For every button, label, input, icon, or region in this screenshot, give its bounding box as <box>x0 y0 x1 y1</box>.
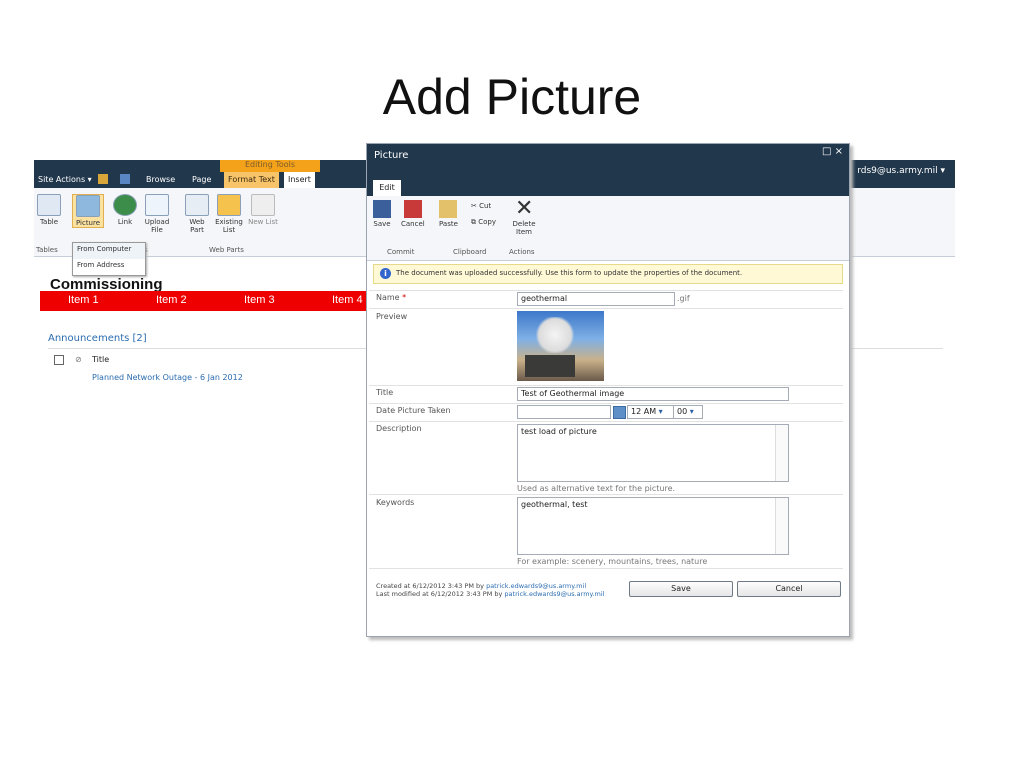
modified-by-link[interactable]: patrick.edwards9@us.army.mil <box>504 590 604 598</box>
nav-item-3[interactable]: Item 3 <box>244 294 275 306</box>
menu-item-from-address[interactable]: From Address <box>73 259 145 275</box>
existing-list-icon <box>217 194 241 216</box>
tab-insert[interactable]: Insert <box>284 172 315 188</box>
divider <box>369 308 843 309</box>
divider <box>369 494 843 495</box>
tab-browse[interactable]: Browse <box>142 172 179 188</box>
ribbon-delete-item-button[interactable]: ✕ Delete Item <box>509 196 539 237</box>
nav-item-1[interactable]: Item 1 <box>68 294 99 306</box>
description-label: Description <box>376 424 422 433</box>
divider <box>369 290 843 291</box>
created-by-link[interactable]: patrick.edwards9@us.army.mil <box>486 582 586 590</box>
message-text: The document was uploaded successfully. … <box>396 269 743 277</box>
ribbon-paste-button[interactable]: Paste <box>439 200 458 228</box>
divider <box>369 403 843 404</box>
announcement-link[interactable]: Planned Network Outage - 6 Jan 2012 <box>92 373 243 382</box>
select-all-checkbox[interactable] <box>54 355 64 365</box>
column-header-title[interactable]: Title <box>92 355 109 364</box>
divider <box>369 385 843 386</box>
globe-icon <box>113 194 137 216</box>
web-part-button[interactable]: Web Part <box>182 194 212 234</box>
picture-button[interactable]: Picture <box>72 194 104 228</box>
calendar-icon[interactable] <box>613 406 626 419</box>
ribbon-copy-button[interactable]: ⧉ Copy <box>471 218 496 227</box>
dialog-title: Picture <box>374 150 409 161</box>
name-label: Name * <box>376 293 407 302</box>
info-icon: i <box>380 268 391 279</box>
attachment-icon: ⊘ <box>75 355 82 364</box>
scrollbar[interactable] <box>775 425 788 481</box>
file-extension: .gif <box>677 294 690 303</box>
chevron-down-icon: ▾ <box>689 407 694 416</box>
user-menu[interactable]: rds9@us.army.mil ▾ <box>857 166 945 176</box>
keywords-textarea[interactable]: geothermal, test <box>517 497 789 555</box>
new-list-icon <box>251 194 275 216</box>
required-mark: * <box>402 293 407 302</box>
power-plant <box>525 355 575 377</box>
site-actions-menu[interactable]: Site Actions ▾ <box>34 172 96 188</box>
nav-item-4[interactable]: Item 4 <box>332 294 363 306</box>
edit-page-icon[interactable] <box>120 174 130 184</box>
preview-image <box>517 311 604 381</box>
delete-x-icon: ✕ <box>515 196 534 221</box>
preview-label: Preview <box>376 312 408 321</box>
cancel-button[interactable]: Cancel <box>737 581 841 597</box>
group-commit: Commit <box>387 248 415 256</box>
clipboard-icon <box>439 200 458 218</box>
table-icon <box>37 194 61 216</box>
divider <box>369 421 843 422</box>
group-clipboard: Clipboard <box>453 248 487 256</box>
date-taken-label: Date Picture Taken <box>376 406 451 415</box>
upload-success-message: i The document was uploaded successfully… <box>373 264 843 284</box>
scissors-icon: ✂ <box>471 202 480 210</box>
title-input[interactable]: Test of Geothermal image <box>517 387 789 401</box>
chevron-down-icon: ▾ <box>658 407 663 416</box>
folder-icon[interactable] <box>98 174 108 184</box>
announcements-title[interactable]: Announcements [2] <box>48 333 147 344</box>
menu-item-from-computer[interactable]: From Computer <box>73 243 145 259</box>
name-input[interactable]: geothermal <box>517 292 675 306</box>
editing-tools-group: Editing Tools <box>220 160 320 172</box>
picture-dialog: Picture □ × Edit Save Cancel Paste ✂ Cut… <box>366 143 850 637</box>
description-hint: Used as alternative text for the picture… <box>517 484 676 493</box>
existing-list-button[interactable]: Existing List <box>214 194 244 234</box>
cancel-x-icon <box>403 200 422 218</box>
picture-dropdown-menu: From Computer From Address <box>72 242 146 276</box>
ribbon-save-button[interactable]: Save <box>373 200 391 228</box>
dialog-header: Picture □ × Edit <box>367 144 849 196</box>
dialog-window-controls[interactable]: □ × <box>822 146 843 157</box>
picture-icon <box>76 195 100 217</box>
ribbon-cut-button[interactable]: ✂ Cut <box>471 202 491 210</box>
dialog-ribbon: Save Cancel Paste ✂ Cut ⧉ Copy ✕ Delete I… <box>367 196 849 261</box>
group-tables: Tables <box>36 246 58 254</box>
top-nav: Item 1 Item 2 Item 3 Item 4 <box>40 291 370 311</box>
steam-plume <box>535 317 575 353</box>
link-button[interactable]: Link <box>110 194 140 226</box>
group-actions: Actions <box>509 248 535 256</box>
audit-info: Created at 6/12/2012 3:43 PM by patrick.… <box>376 582 605 598</box>
upload-file-button[interactable]: Upload File <box>142 194 172 234</box>
tab-page[interactable]: Page <box>188 172 215 188</box>
divider <box>369 568 843 569</box>
ribbon-cancel-button[interactable]: Cancel <box>401 200 425 228</box>
keywords-hint: For example: scenery, mountains, trees, … <box>517 557 708 566</box>
web-part-icon <box>185 194 209 216</box>
tab-format-text[interactable]: Format Text <box>224 172 279 188</box>
keywords-label: Keywords <box>376 498 415 507</box>
tab-edit[interactable]: Edit <box>373 180 401 196</box>
scrollbar[interactable] <box>775 498 788 554</box>
date-input[interactable] <box>517 405 611 419</box>
upload-icon <box>145 194 169 216</box>
title-label: Title <box>376 388 394 397</box>
save-button[interactable]: Save <box>629 581 733 597</box>
nav-item-2[interactable]: Item 2 <box>156 294 187 306</box>
slide-title: Add Picture <box>382 69 642 125</box>
floppy-icon <box>373 200 391 218</box>
hour-select[interactable]: 12 AM ▾ <box>627 405 675 419</box>
description-textarea[interactable]: test load of picture <box>517 424 789 482</box>
group-web-parts: Web Parts <box>209 246 244 254</box>
minute-select[interactable]: 00 ▾ <box>673 405 703 419</box>
table-button[interactable]: Table <box>34 194 64 226</box>
new-list-button[interactable]: New List <box>248 194 278 226</box>
